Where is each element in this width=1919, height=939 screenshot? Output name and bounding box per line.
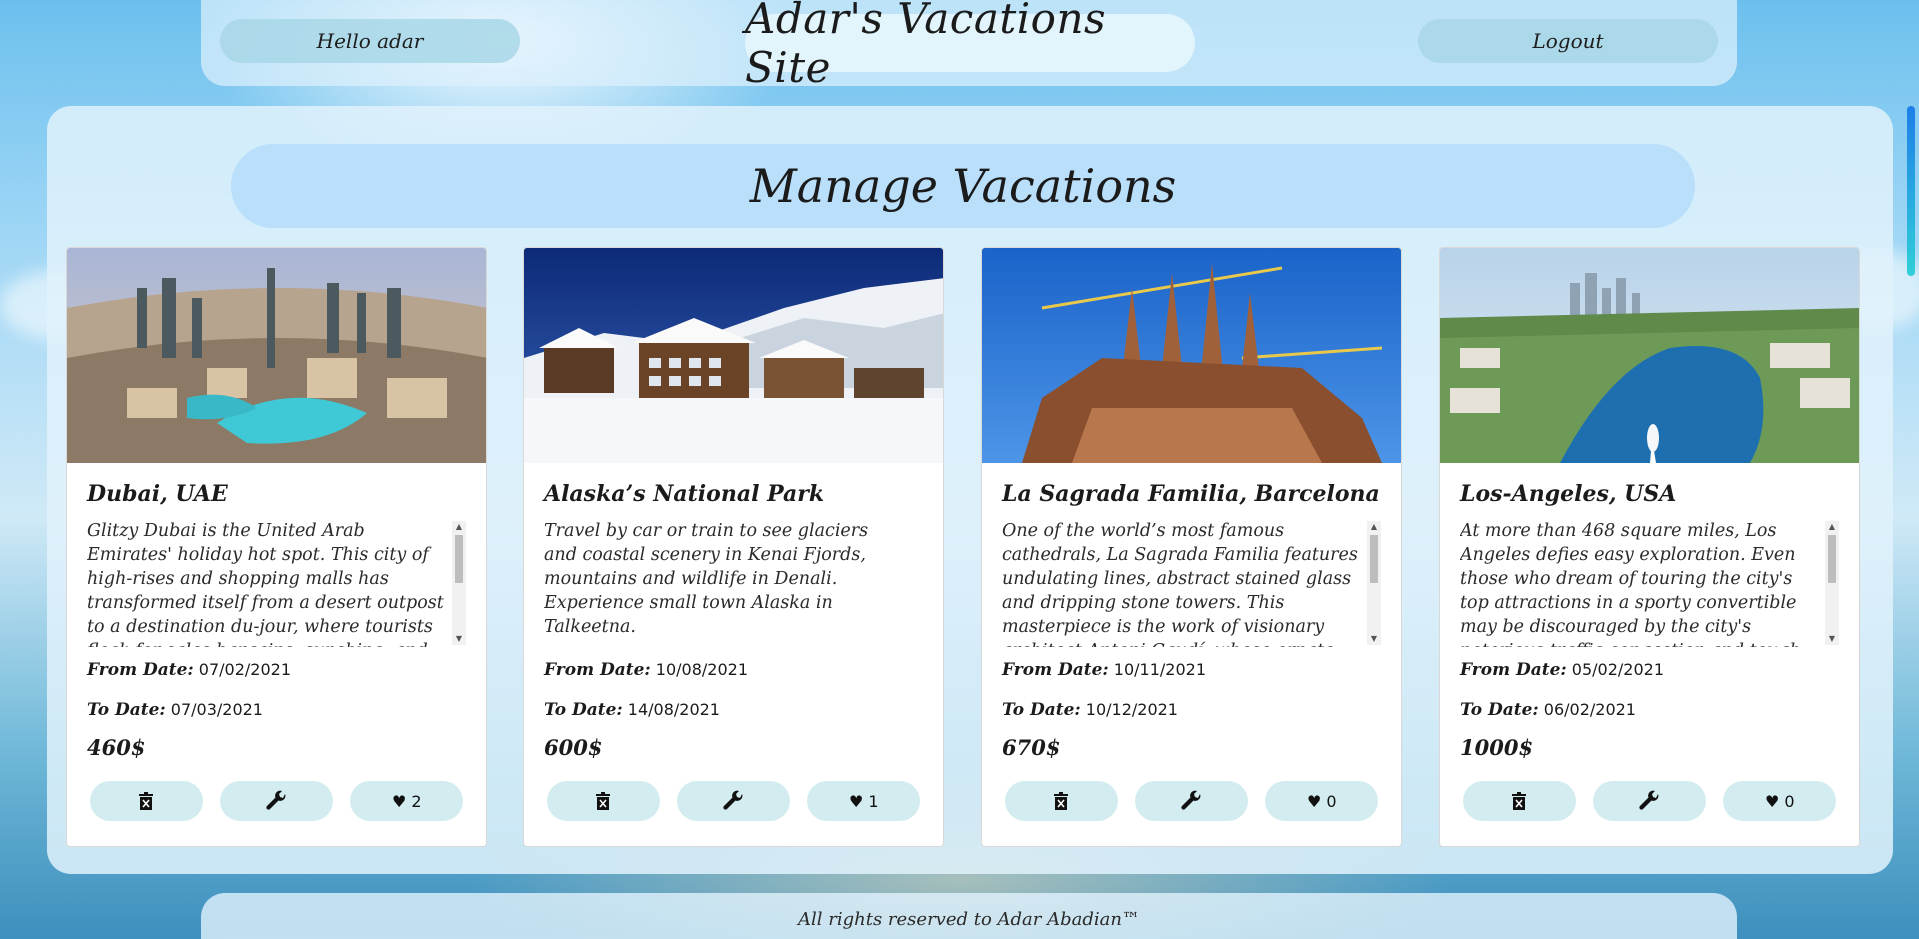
delete-button[interactable] xyxy=(546,781,660,821)
to-date: To Date: 10/12/2021 xyxy=(1002,693,1381,727)
to-date-value: 10/12/2021 xyxy=(1085,700,1178,719)
trash-icon xyxy=(139,792,154,810)
vacation-card: Alaska’s National Park Travel by car or … xyxy=(523,247,944,847)
copyright-text: All rights reserved to Adar Abadian™ xyxy=(798,909,1140,930)
from-date: From Date: 10/11/2021 xyxy=(1002,653,1381,687)
vacation-description: Travel by car or train to see glaciers a… xyxy=(544,521,869,637)
vacation-price: 460$ xyxy=(87,735,146,760)
description-scrollbar[interactable]: ▲ ▼ xyxy=(1825,521,1839,645)
edit-button[interactable] xyxy=(676,781,790,821)
from-date-value: 07/02/2021 xyxy=(198,660,291,679)
from-date-value: 10/08/2021 xyxy=(655,660,748,679)
wrench-icon xyxy=(723,790,743,810)
wrench-icon xyxy=(1639,790,1659,810)
edit-button[interactable] xyxy=(1134,781,1248,821)
delete-button[interactable] xyxy=(89,781,203,821)
vacation-card: Los-Angeles, USA At more than 468 square… xyxy=(1439,247,1860,847)
description-scrollbar[interactable]: ▲ ▼ xyxy=(452,521,466,645)
page-title: Manage Vacations xyxy=(231,144,1695,228)
to-date: To Date: 07/03/2021 xyxy=(87,693,466,727)
to-date-value: 14/08/2021 xyxy=(627,700,720,719)
from-date-value: 05/02/2021 xyxy=(1571,660,1664,679)
site-footer: All rights reserved to Adar Abadian™ xyxy=(201,893,1737,939)
from-date-label: From Date: xyxy=(1002,660,1109,680)
vacation-image xyxy=(982,248,1401,463)
edit-button[interactable] xyxy=(1592,781,1706,821)
vacation-title: La Sagrada Familia, Barcelona xyxy=(1002,481,1380,507)
vacation-description: At more than 468 square miles, Los Angel… xyxy=(1460,521,1801,647)
wrench-icon xyxy=(266,790,286,810)
from-date-label: From Date: xyxy=(544,660,651,680)
vacation-description-box[interactable]: Travel by car or train to see glaciers a… xyxy=(544,519,923,647)
to-date: To Date: 14/08/2021 xyxy=(544,693,923,727)
from-date-label: From Date: xyxy=(87,660,194,680)
trash-icon xyxy=(1512,792,1527,810)
followers-button[interactable]: ♥ 2 xyxy=(350,781,464,821)
from-date: From Date: 07/02/2021 xyxy=(87,653,466,687)
vacation-title: Los-Angeles, USA xyxy=(1460,481,1677,507)
from-date: From Date: 05/02/2021 xyxy=(1460,653,1839,687)
page-scrollbar[interactable] xyxy=(1907,106,1915,276)
to-date-label: To Date: xyxy=(1460,700,1539,720)
followers-button[interactable]: ♥ 0 xyxy=(1723,781,1837,821)
delete-button[interactable] xyxy=(1004,781,1118,821)
trash-icon xyxy=(1054,792,1069,810)
to-date-value: 07/03/2021 xyxy=(170,700,263,719)
from-date-label: From Date: xyxy=(1460,660,1567,680)
description-scrollbar[interactable]: ▲ ▼ xyxy=(1367,521,1381,645)
vacation-price: 1000$ xyxy=(1460,735,1534,760)
site-header: Hello adar Adar's Vacations Site Logout xyxy=(201,0,1737,92)
vacation-image xyxy=(1440,248,1859,463)
delete-button[interactable] xyxy=(1462,781,1576,821)
trash-icon xyxy=(596,792,611,810)
wrench-icon xyxy=(1181,790,1201,810)
vacation-description-box[interactable]: One of the world’s most famous cathedral… xyxy=(1002,519,1381,647)
edit-button[interactable] xyxy=(219,781,333,821)
to-date-label: To Date: xyxy=(87,700,166,720)
vacation-card: La Sagrada Familia, Barcelona One of the… xyxy=(981,247,1402,847)
from-date: From Date: 10/08/2021 xyxy=(544,653,923,687)
vacation-image xyxy=(67,248,486,463)
vacation-card: Dubai, UAE Glitzy Dubai is the United Ar… xyxy=(66,247,487,847)
vacation-price: 600$ xyxy=(544,735,603,760)
vacation-description: One of the world’s most famous cathedral… xyxy=(1002,521,1358,647)
vacation-description-box[interactable]: Glitzy Dubai is the United Arab Emirates… xyxy=(87,519,466,647)
vacation-title: Alaska’s National Park xyxy=(544,481,825,507)
logout-button[interactable]: Logout xyxy=(1418,19,1718,63)
to-date: To Date: 06/02/2021 xyxy=(1460,693,1839,727)
vacation-title: Dubai, UAE xyxy=(87,481,228,507)
user-greeting-button[interactable]: Hello adar xyxy=(220,19,520,63)
site-title: Adar's Vacations Site xyxy=(745,0,1195,92)
followers-button[interactable]: ♥ 1 xyxy=(807,781,921,821)
vacation-description-box[interactable]: At more than 468 square miles, Los Angel… xyxy=(1460,519,1839,647)
vacation-image xyxy=(524,248,943,463)
vacation-description: Glitzy Dubai is the United Arab Emirates… xyxy=(87,521,444,647)
to-date-value: 06/02/2021 xyxy=(1543,700,1636,719)
vacation-price: 670$ xyxy=(1002,735,1061,760)
to-date-label: To Date: xyxy=(1002,700,1081,720)
to-date-label: To Date: xyxy=(544,700,623,720)
from-date-value: 10/11/2021 xyxy=(1113,660,1206,679)
followers-button[interactable]: ♥ 0 xyxy=(1265,781,1379,821)
